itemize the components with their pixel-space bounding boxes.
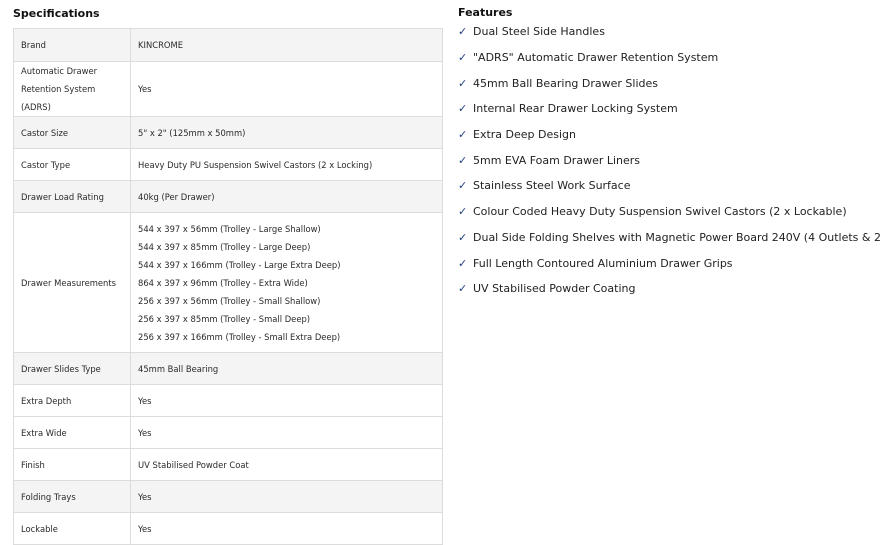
checkmark-icon: ✓ xyxy=(458,51,468,65)
spec-label: Extra Wide xyxy=(13,416,131,449)
checkmark-icon: ✓ xyxy=(458,205,468,219)
feature-text: "ADRS" Automatic Drawer Retention System xyxy=(473,51,719,65)
feature-item: ✓ Dual Steel Side Handles xyxy=(458,19,881,45)
checkmark-icon: ✓ xyxy=(458,230,468,244)
features-heading: Features xyxy=(458,6,513,19)
measurement-line: 544 x 397 x 56mm (Trolley - Large Shallo… xyxy=(138,223,321,234)
measurement-line: 544 x 397 x 166mm (Trolley - Large Extra… xyxy=(138,259,341,270)
spec-value: Yes xyxy=(130,416,443,449)
specifications-heading: Specifications xyxy=(13,7,100,20)
feature-item: ✓ UV Stabilised Powder Coating xyxy=(458,276,881,302)
checkmark-icon: ✓ xyxy=(458,179,468,193)
spec-value: Yes xyxy=(130,61,443,117)
spec-value: Yes xyxy=(130,480,443,513)
feature-item: ✓ Extra Deep Design xyxy=(458,122,881,148)
spec-label: Castor Size xyxy=(13,116,131,149)
specifications-table: Brand KINCROME Automatic Drawer Retentio… xyxy=(13,28,443,545)
spec-label: Drawer Measurements xyxy=(13,212,131,353)
spec-value: Yes xyxy=(130,512,443,545)
feature-text: Internal Rear Drawer Locking System xyxy=(473,102,678,116)
spec-row-brand: Brand KINCROME xyxy=(13,28,443,62)
spec-label: Lockable xyxy=(13,512,131,545)
spec-row-drawer-load: Drawer Load Rating 40kg (Per Drawer) xyxy=(13,180,443,213)
checkmark-icon: ✓ xyxy=(458,153,468,167)
spec-value: Heavy Duty PU Suspension Swivel Castors … xyxy=(130,148,443,181)
spec-value-list: 544 x 397 x 56mm (Trolley - Large Shallo… xyxy=(130,212,443,353)
feature-text: Stainless Steel Work Surface xyxy=(473,179,631,193)
spec-value: 5" x 2" (125mm x 50mm) xyxy=(130,116,443,149)
checkmark-icon: ✓ xyxy=(458,102,468,116)
feature-item: ✓ "ADRS" Automatic Drawer Retention Syste… xyxy=(458,45,881,71)
features-list: ✓ Dual Steel Side Handles ✓ "ADRS" Automat… xyxy=(458,19,881,302)
spec-label: Castor Type xyxy=(13,148,131,181)
spec-row-drawer-slides: Drawer Slides Type 45mm Ball Bearing xyxy=(13,352,443,385)
feature-text: Dual Steel Side Handles xyxy=(473,25,605,39)
feature-text: Full Length Contoured Aluminium Drawer G… xyxy=(473,256,733,270)
spec-label: Extra Depth xyxy=(13,384,131,417)
spec-value: KINCROME xyxy=(130,28,443,62)
spec-label: Brand xyxy=(13,28,131,62)
feature-text: Colour Coded Heavy Duty Suspension Swive… xyxy=(473,205,847,219)
spec-row-finish: Finish UV Stabilised Powder Coat xyxy=(13,448,443,481)
feature-item: ✓ Internal Rear Drawer Locking System xyxy=(458,96,881,122)
feature-text: Dual Side Folding Shelves with Magnetic … xyxy=(473,230,881,244)
spec-label: Finish xyxy=(13,448,131,481)
spec-row-castor-type: Castor Type Heavy Duty PU Suspension Swi… xyxy=(13,148,443,181)
feature-text: UV Stabilised Powder Coating xyxy=(473,282,636,296)
checkmark-icon: ✓ xyxy=(458,25,468,39)
spec-value: 40kg (Per Drawer) xyxy=(130,180,443,213)
spec-row-castor-size: Castor Size 5" x 2" (125mm x 50mm) xyxy=(13,116,443,149)
feature-text: 5mm EVA Foam Drawer Liners xyxy=(473,153,641,167)
spec-row-lockable: Lockable Yes xyxy=(13,512,443,545)
checkmark-icon: ✓ xyxy=(458,256,468,270)
checkmark-icon: ✓ xyxy=(458,128,468,142)
feature-text: 45mm Ball Bearing Drawer Slides xyxy=(473,76,658,90)
spec-label: Drawer Slides Type xyxy=(13,352,131,385)
spec-row-drawer-measurements: Drawer Measurements 544 x 397 x 56mm (Tr… xyxy=(13,212,443,353)
spec-value: UV Stabilised Powder Coat xyxy=(130,448,443,481)
feature-text: Extra Deep Design xyxy=(473,128,576,142)
spec-value: Yes xyxy=(130,384,443,417)
spec-row-extra-wide: Extra Wide Yes xyxy=(13,416,443,449)
spec-value: 45mm Ball Bearing xyxy=(130,352,443,385)
spec-row-adrs: Automatic Drawer Retention System (ADRS)… xyxy=(13,61,443,117)
feature-item: ✓ Dual Side Folding Shelves with Magnetic… xyxy=(458,225,881,251)
measurement-line: 256 x 397 x 56mm (Trolley - Small Shallo… xyxy=(138,295,321,306)
feature-item: ✓ Full Length Contoured Aluminium Drawer … xyxy=(458,250,881,276)
spec-label: Drawer Load Rating xyxy=(13,180,131,213)
spec-label: Folding Trays xyxy=(13,480,131,513)
checkmark-icon: ✓ xyxy=(458,282,468,296)
feature-item: ✓ 45mm Ball Bearing Drawer Slides xyxy=(458,70,881,96)
measurement-line: 544 x 397 x 85mm (Trolley - Large Deep) xyxy=(138,241,311,252)
feature-item: ✓ 5mm EVA Foam Drawer Liners xyxy=(458,147,881,173)
feature-item: ✓ Stainless Steel Work Surface xyxy=(458,173,881,199)
spec-row-extra-depth: Extra Depth Yes xyxy=(13,384,443,417)
measurement-line: 256 x 397 x 166mm (Trolley - Small Extra… xyxy=(138,331,341,342)
measurement-line: 256 x 397 x 85mm (Trolley - Small Deep) xyxy=(138,313,311,324)
spec-row-folding-trays: Folding Trays Yes xyxy=(13,480,443,513)
feature-item: ✓ Colour Coded Heavy Duty Suspension Swiv… xyxy=(458,199,881,225)
measurement-line: 864 x 397 x 96mm (Trolley - Extra Wide) xyxy=(138,277,308,288)
spec-label: Automatic Drawer Retention System (ADRS) xyxy=(13,61,131,117)
checkmark-icon: ✓ xyxy=(458,76,468,90)
